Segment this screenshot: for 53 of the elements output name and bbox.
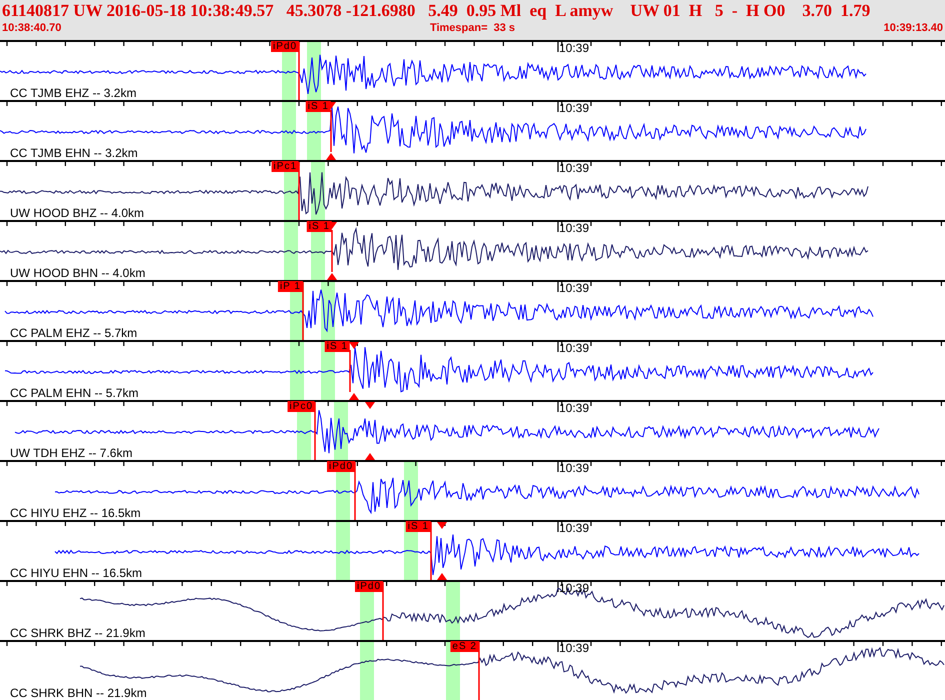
station-label: UW TDH EHZ -- 7.6km	[10, 447, 132, 460]
time-label: 10:39	[559, 522, 590, 535]
time-window	[282, 102, 296, 162]
start-time: 10:38:40.70	[2, 21, 62, 36]
station-label: CC SHRK BHZ -- 21.9km	[10, 627, 146, 640]
pick-label[interactable]: iS 1	[324, 341, 350, 352]
time-label: 10:39	[559, 582, 590, 595]
time-label: 10:39	[559, 222, 590, 235]
time-label: 10:39	[559, 642, 590, 655]
station-label: CC PALM EHN -- 5.7km	[10, 387, 138, 400]
timespan-label: Timespan= 33 s	[430, 21, 516, 36]
pick-line[interactable]	[314, 402, 316, 460]
pick-line[interactable]	[354, 462, 356, 520]
time-label: 10:39	[559, 42, 590, 55]
time-window	[284, 222, 298, 282]
pick-label[interactable]: iPd0	[326, 461, 355, 472]
pick-line[interactable]	[382, 582, 384, 640]
time-label: 10:39	[559, 102, 590, 115]
pick-label[interactable]: iP 1	[278, 281, 303, 292]
time-window	[446, 582, 460, 642]
pick-label[interactable]: iPc1	[272, 161, 299, 172]
pick-label[interactable]: iS 1	[306, 101, 331, 112]
station-label: UW HOOD BHN -- 4.0km	[10, 267, 146, 280]
pick-line[interactable]	[349, 350, 351, 392]
pick-line[interactable]	[330, 110, 332, 152]
time-window	[360, 642, 374, 700]
station-label: CC TJMB EHZ -- 3.2km	[10, 87, 136, 100]
pick-line[interactable]	[331, 230, 333, 272]
pick-line[interactable]	[298, 162, 300, 220]
time-label: 10:39	[559, 162, 590, 175]
station-label: CC SHRK BHN -- 21.9km	[10, 687, 147, 700]
time-window	[336, 522, 350, 582]
pick-line[interactable]	[430, 522, 432, 580]
pick-label[interactable]: iPc0	[288, 401, 315, 412]
time-window	[290, 342, 304, 402]
time-label: 10:39	[559, 402, 590, 415]
event-summary: 61140817 UW 2016-05-18 10:38:49.57 45.3078 -121.6980 5.49 0.95 Ml eq L amyw UW 01 H 5 - H O0 3.70 1.79	[1, 0, 872, 21]
pick-label[interactable]: iS 1	[306, 221, 332, 232]
time-label: 10:39	[559, 462, 590, 475]
station-label: UW HOOD BHZ -- 4.0km	[10, 207, 144, 220]
pick-line[interactable]	[298, 42, 300, 100]
station-label: CC HIYU EHZ -- 16.5km	[10, 507, 141, 520]
pick-label[interactable]: iPd0	[354, 581, 383, 592]
pick-label[interactable]: iPd0	[270, 41, 299, 52]
pick-line[interactable]	[478, 642, 480, 700]
station-label: CC TJMB EHN -- 3.2km	[10, 147, 138, 160]
end-time: 10:39:13.40	[884, 21, 943, 36]
station-label: CC PALM EHZ -- 5.7km	[10, 327, 138, 340]
pick-label[interactable]: eS 2	[450, 641, 479, 652]
time-label: 10:39	[559, 282, 590, 295]
station-label: CC HIYU EHN -- 16.5km	[10, 567, 142, 580]
pick-label[interactable]: iS 1	[406, 521, 431, 532]
time-label: 10:39	[559, 342, 590, 355]
